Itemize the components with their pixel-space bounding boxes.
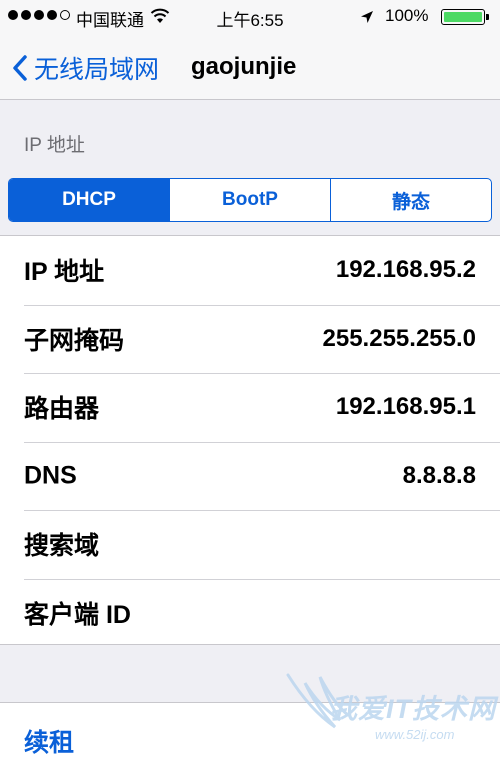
field-value: 192.168.95.2 (335, 256, 476, 284)
location-arrow-icon (360, 9, 374, 29)
battery-percentage: 100% (385, 6, 429, 25)
field-value[interactable]: 8.8.8.8 (403, 462, 476, 490)
ip-fields-list: IP 地址 192.168.95.2 子网掩码 255.255.255.0 路由… (0, 235, 500, 645)
ip-mode-segmented-control: DHCP BootP 静态 (8, 178, 492, 222)
field-value: 192.168.95.1 (335, 393, 476, 421)
field-label: DNS (24, 461, 77, 490)
watermark-logo: 我爱IT技术网 www.52ij.com (280, 665, 500, 750)
section-header-ip-address: IP 地址 (24, 135, 85, 156)
field-row-ip-address: IP 地址 192.168.95.2 (0, 236, 500, 305)
page-title: gaojunjie (191, 53, 297, 80)
field-label: 子网掩码 (24, 326, 125, 355)
navigation-bar: 无线局域网 gaojunjie (0, 34, 500, 100)
segment-static[interactable]: 静态 (330, 179, 491, 221)
field-row-client-id[interactable]: 客户端 ID (0, 578, 500, 648)
field-row-router: 路由器 192.168.95.1 (0, 373, 500, 442)
watermark-url: www.52ij.com (375, 727, 455, 742)
back-button-label: 无线局域网 (34, 56, 160, 84)
watermark-text: 我爱IT技术网 (330, 694, 496, 724)
field-row-search-domain[interactable]: 搜索域 (0, 510, 500, 579)
field-label: 路由器 (24, 395, 100, 424)
field-label: IP 地址 (24, 258, 105, 287)
status-bar: 中国联通 上午6:55 100% (0, 0, 500, 34)
segment-dhcp[interactable]: DHCP (9, 179, 169, 221)
back-button[interactable]: 无线局域网 (12, 50, 159, 86)
field-label: 搜索域 (24, 532, 100, 561)
battery-fill (444, 12, 482, 22)
segment-bootp[interactable]: BootP (169, 179, 330, 221)
renew-lease-label: 续租 (24, 729, 75, 757)
battery-icon (441, 9, 489, 25)
chevron-left-icon (12, 54, 28, 82)
field-row-subnet-mask: 子网掩码 255.255.255.0 (0, 304, 500, 374)
field-value: 255.255.255.0 (322, 324, 476, 352)
field-label: 客户端 ID (24, 600, 131, 629)
field-row-dns[interactable]: DNS 8.8.8.8 (0, 441, 500, 511)
